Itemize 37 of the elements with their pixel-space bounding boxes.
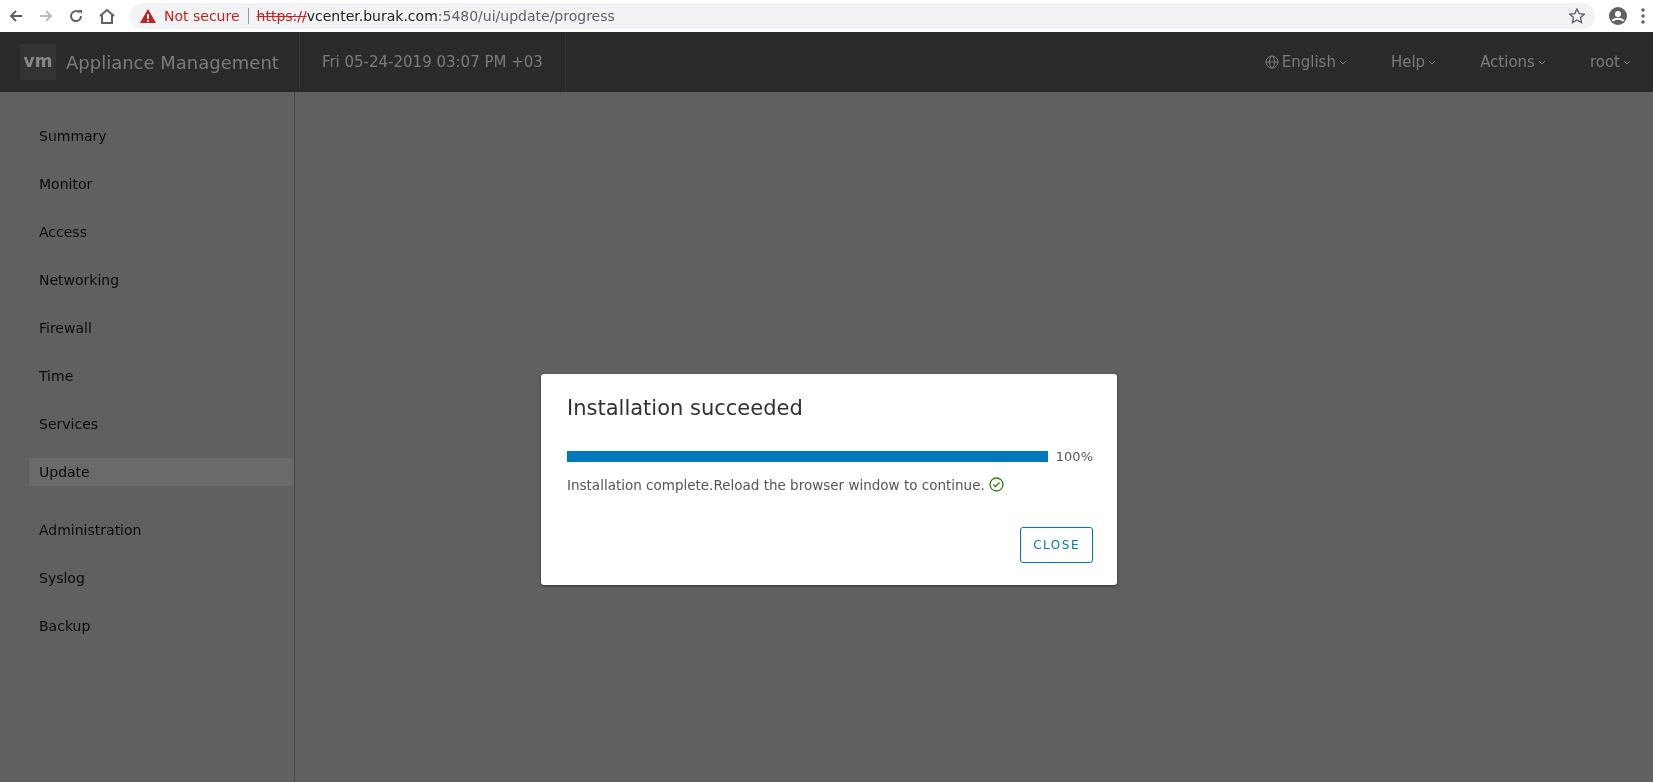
caret-icon [1338, 59, 1347, 65]
logo: vm [20, 44, 56, 80]
sidebar-item[interactable]: Monitor [39, 160, 294, 208]
security-label: Not secure [164, 6, 240, 26]
globe-icon [1264, 55, 1279, 69]
sidebar-item[interactable]: Backup [39, 602, 294, 650]
sidebar-item[interactable]: Update [29, 458, 294, 486]
sidebar-item[interactable]: Administration [39, 506, 294, 554]
caret-icon [1623, 59, 1631, 65]
back-icon[interactable] [8, 8, 24, 24]
app-title: Appliance Management [66, 50, 279, 75]
star-icon[interactable] [1569, 8, 1585, 24]
header-menu[interactable]: root [1567, 50, 1653, 74]
url-text: https://vcenter.burak.com:5480/ui/update/progress [256, 6, 615, 26]
home-icon[interactable] [98, 8, 116, 24]
header-menu[interactable]: Help [1368, 50, 1459, 74]
more-icon[interactable] [1641, 8, 1645, 24]
address-bar[interactable]: Not secure https://vcenter.burak.com:5480/ui/update/progress [130, 3, 1595, 29]
warning-icon [140, 9, 156, 23]
sidebar-item[interactable]: Summary [39, 112, 294, 160]
close-button[interactable]: CLOSE [1020, 526, 1093, 563]
progress-percent: 100% [1055, 448, 1093, 467]
sidebar-item[interactable]: Firewall [39, 304, 294, 352]
sidebar-item[interactable]: Services [39, 400, 294, 448]
caret-icon [1428, 59, 1437, 65]
sidebar-item[interactable]: Networking [39, 256, 294, 304]
header-menu[interactable]: Actions [1458, 50, 1568, 74]
caret-icon [1537, 59, 1546, 65]
dialog-title: Installation succeeded [567, 396, 804, 422]
sidebar-item[interactable]: Time [39, 352, 294, 400]
date-time: Fri 05-24-2019 03:07 PM +03 [299, 32, 566, 92]
sidebar-item[interactable]: Access [39, 208, 294, 256]
sidebar-item[interactable]: Syslog [39, 554, 294, 602]
status-message: Installation complete.Reload the browser window to continue. [567, 475, 985, 495]
account-icon[interactable] [1609, 7, 1627, 25]
reload-icon[interactable] [68, 8, 84, 24]
language-menu[interactable]: English [1242, 50, 1369, 74]
